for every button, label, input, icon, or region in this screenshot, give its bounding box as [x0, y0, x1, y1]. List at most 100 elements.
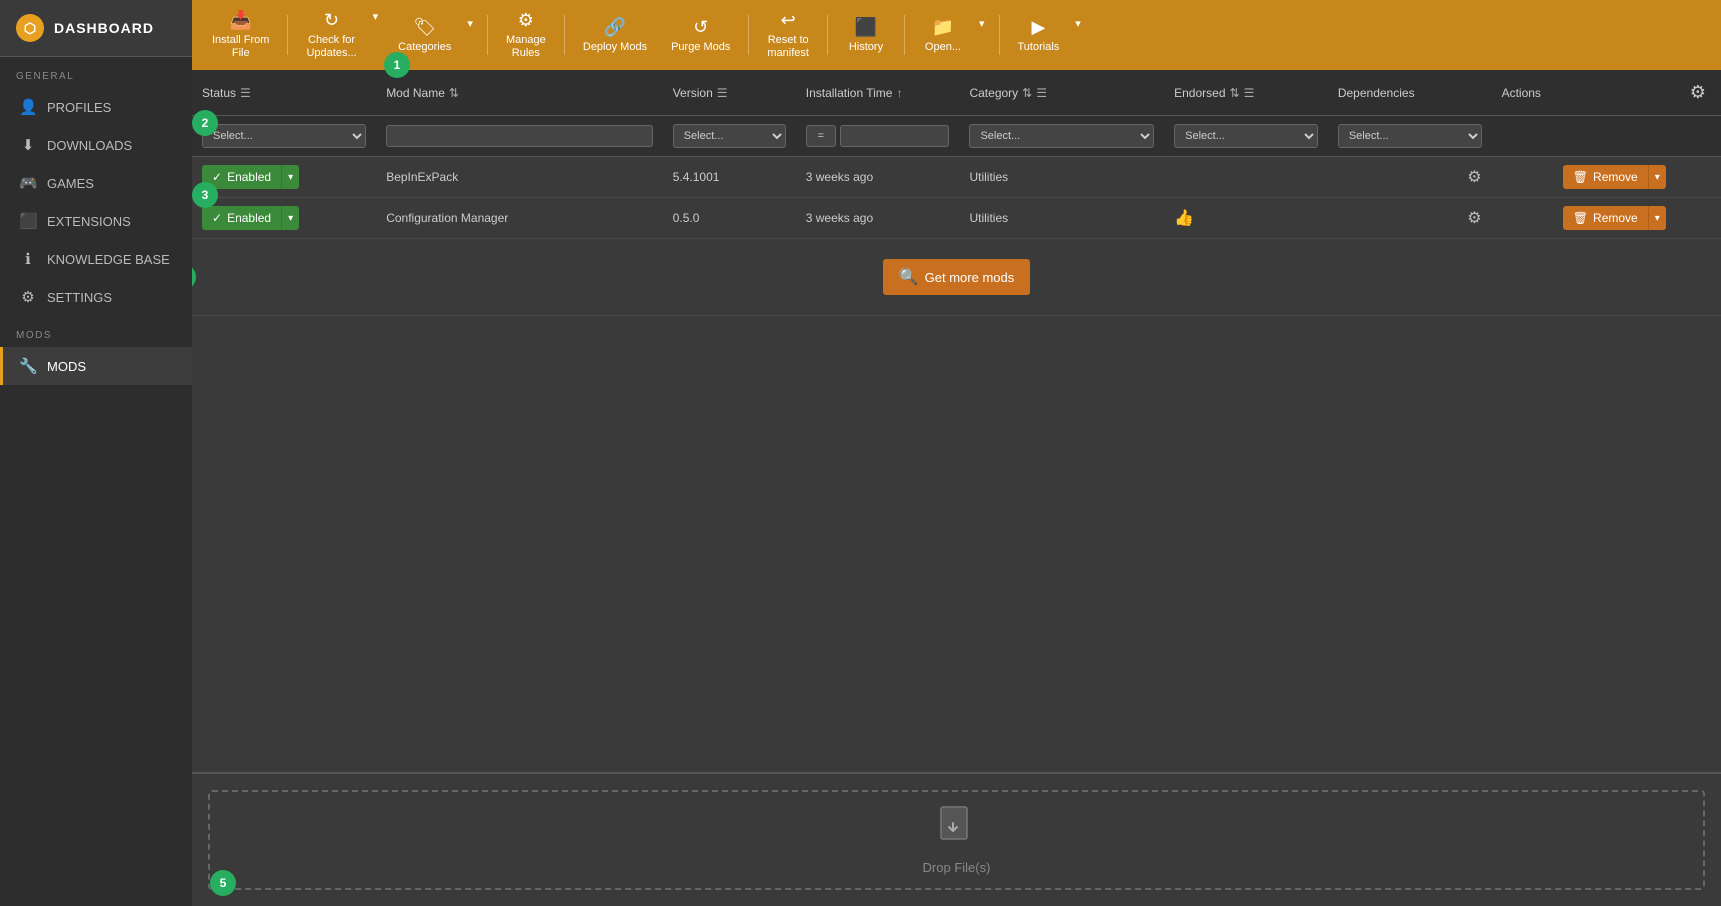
table-settings-button[interactable]: ⚙	[1686, 78, 1710, 107]
categories-chevron: ▾	[467, 17, 473, 30]
config-manager-enabled-button[interactable]: ✓ Enabled	[202, 206, 281, 230]
bepinexpack-category: Utilities	[969, 170, 1008, 184]
config-manager-category: Utilities	[969, 211, 1008, 225]
categories-group: 🏷 Categories ▾	[388, 13, 479, 58]
row-config-manager-deps-cell: ⚙	[1328, 198, 1492, 239]
status-header-menu-icon[interactable]: ☰	[240, 86, 251, 100]
open-dropdown[interactable]: ▾	[973, 13, 991, 58]
install-from-file-button[interactable]: 📥 Install FromFile	[202, 6, 279, 64]
manage-rules-label: ManageRules	[506, 34, 546, 60]
config-manager-actions-area: 🗑 Remove ▾	[1502, 206, 1666, 230]
sidebar-item-profiles[interactable]: 👤 PROFILES	[0, 88, 192, 126]
filter-version-select[interactable]: Select...	[673, 124, 786, 148]
history-button[interactable]: ⬛ History	[836, 13, 896, 58]
sidebar-item-profiles-label: PROFILES	[47, 100, 111, 115]
row-bepinexpack-deps-cell: ⚙	[1328, 157, 1492, 198]
insttime-sort-icon[interactable]: ↑	[896, 86, 902, 100]
mods-table: Status ☰ Mod Name ⇅ Vers	[192, 70, 1721, 316]
bepinexpack-enabled-check: ✓	[212, 170, 222, 184]
filter-category-select[interactable]: Select...	[969, 124, 1154, 148]
bepinexpack-enabled-group: ✓ Enabled ▾	[202, 165, 299, 189]
endorsed-menu-icon[interactable]: ☰	[1244, 86, 1255, 100]
config-manager-deps-icon[interactable]: ⚙	[1467, 208, 1481, 228]
manage-rules-button[interactable]: ⚙ ManageRules	[496, 6, 556, 64]
bepinexpack-deps-icon[interactable]: ⚙	[1467, 167, 1481, 187]
config-manager-remove-dropdown[interactable]: ▾	[1648, 206, 1666, 230]
bepinexpack-remove-button[interactable]: 🗑 Remove	[1563, 165, 1648, 189]
config-manager-enabled-dropdown[interactable]: ▾	[281, 206, 299, 230]
step-4: 4	[192, 264, 196, 290]
version-header-menu-icon[interactable]: ☰	[717, 86, 728, 100]
check-for-updates-label: Check forUpdates...	[306, 34, 356, 60]
filter-insttime-eq-label: =	[806, 125, 836, 147]
toolbar: 📥 Install FromFile ↻ Check forUpdates...…	[192, 0, 1721, 70]
sidebar-item-extensions[interactable]: ⬛ EXTENSIONS	[0, 202, 192, 240]
row-bepinexpack-modname-cell: BepInExPack	[376, 157, 663, 198]
col-header-version: Version ☰	[663, 70, 796, 116]
row-config-manager-insttime-cell: 3 weeks ago	[796, 198, 960, 239]
bepinexpack-remove-dropdown[interactable]: ▾	[1648, 165, 1666, 189]
config-manager-deps-area: ⚙	[1338, 208, 1482, 228]
dashboard-icon: ⬡	[16, 14, 44, 42]
col-header-actions: Actions	[1492, 70, 1676, 116]
filter-insttime-input[interactable]	[840, 125, 950, 147]
config-manager-modname: Configuration Manager	[386, 211, 508, 225]
check-for-updates-chevron: ▾	[373, 10, 379, 23]
sidebar-item-settings[interactable]: ⚙ SETTINGS	[0, 278, 192, 316]
categories-button[interactable]: 🏷 Categories	[388, 13, 461, 58]
row-bepinexpack-actions-cell: 🗑 Remove ▾	[1492, 157, 1676, 198]
filter-deps-select[interactable]: Select...	[1338, 124, 1482, 148]
content-area: 2 3 Status ☰	[192, 70, 1721, 906]
check-for-updates-button[interactable]: ↻ Check forUpdates...	[296, 6, 366, 64]
categories-dropdown[interactable]: ▾	[461, 13, 479, 58]
filter-actions-cell	[1492, 116, 1676, 157]
row-bepinexpack-settings-cell	[1676, 157, 1721, 198]
bepinexpack-enabled-button[interactable]: ✓ Enabled	[202, 165, 281, 189]
sidebar-item-downloads[interactable]: ⬇ DOWNLOADS	[0, 126, 192, 164]
reset-to-manifest-label: Reset tomanifest	[767, 34, 809, 60]
get-more-mods-button[interactable]: 🔍 Get more mods	[883, 259, 1031, 295]
row-config-manager-status-cell: ✓ Enabled ▾	[192, 198, 376, 239]
reset-to-manifest-button[interactable]: ↩ Reset tomanifest	[757, 6, 819, 64]
row-bepinexpack-insttime-cell: 3 weeks ago	[796, 157, 960, 198]
drop-zone[interactable]: Drop File(s)	[208, 790, 1705, 890]
endorsed-sort-icon[interactable]: ⇅	[1230, 86, 1240, 100]
filter-endorsed-select[interactable]: Select...	[1174, 124, 1318, 148]
sidebar-item-mods[interactable]: 🔧 MODS	[0, 347, 192, 385]
filter-insttime-cell: =	[796, 116, 960, 157]
drop-zone-container: 5 Drop File(s)	[192, 772, 1721, 906]
sidebar-item-games[interactable]: 🎮 GAMES	[0, 164, 192, 202]
open-button[interactable]: 📁 Open...	[913, 13, 973, 58]
deploy-mods-button[interactable]: 🔗 Deploy Mods	[573, 13, 657, 58]
filter-deps-cell: Select...	[1328, 116, 1492, 157]
filter-status-select[interactable]: Select...	[202, 124, 366, 148]
tutorials-dropdown[interactable]: ▾	[1069, 13, 1087, 58]
config-manager-remove-button[interactable]: 🗑 Remove	[1563, 206, 1648, 230]
config-manager-enabled-check: ✓	[212, 211, 222, 225]
tutorials-button[interactable]: ▶ Tutorials	[1008, 13, 1070, 58]
purge-mods-button[interactable]: ↺ Purge Mods	[661, 13, 740, 58]
endorsed-header-label: Endorsed	[1174, 86, 1225, 100]
version-header-label: Version	[673, 86, 713, 100]
categories-icon: 🏷	[413, 17, 436, 38]
table-row: ✓ Enabled ▾ Configuration Manager 0.5.0	[192, 198, 1721, 239]
check-for-updates-group: ↻ Check forUpdates... ▾	[296, 6, 384, 64]
drop-zone-label: Drop File(s)	[923, 860, 991, 875]
profiles-icon: 👤	[19, 98, 37, 116]
get-more-label: Get more mods	[925, 270, 1015, 285]
bepinexpack-enabled-dropdown[interactable]: ▾	[281, 165, 299, 189]
filter-modname-input[interactable]	[386, 125, 653, 147]
toolbar-sep-7	[999, 15, 1000, 55]
modname-sort-icon[interactable]: ⇅	[449, 86, 459, 100]
category-sort-icon[interactable]: ⇅	[1022, 86, 1032, 100]
config-manager-enabled-group: ✓ Enabled ▾	[202, 206, 299, 230]
open-group: 📁 Open... ▾	[913, 13, 991, 58]
category-menu-icon[interactable]: ☰	[1036, 86, 1047, 100]
config-manager-endorsed-icon[interactable]: 👍	[1174, 210, 1194, 227]
config-manager-remove-label: Remove	[1593, 211, 1638, 225]
sidebar-item-knowledge-base[interactable]: ℹ KNOWLEDGE BASE	[0, 240, 192, 278]
purge-mods-icon: ↺	[693, 17, 708, 38]
check-for-updates-dropdown[interactable]: ▾	[367, 6, 385, 64]
bepinexpack-remove-trash-icon: 🗑	[1573, 170, 1588, 184]
history-label: History	[849, 41, 883, 54]
